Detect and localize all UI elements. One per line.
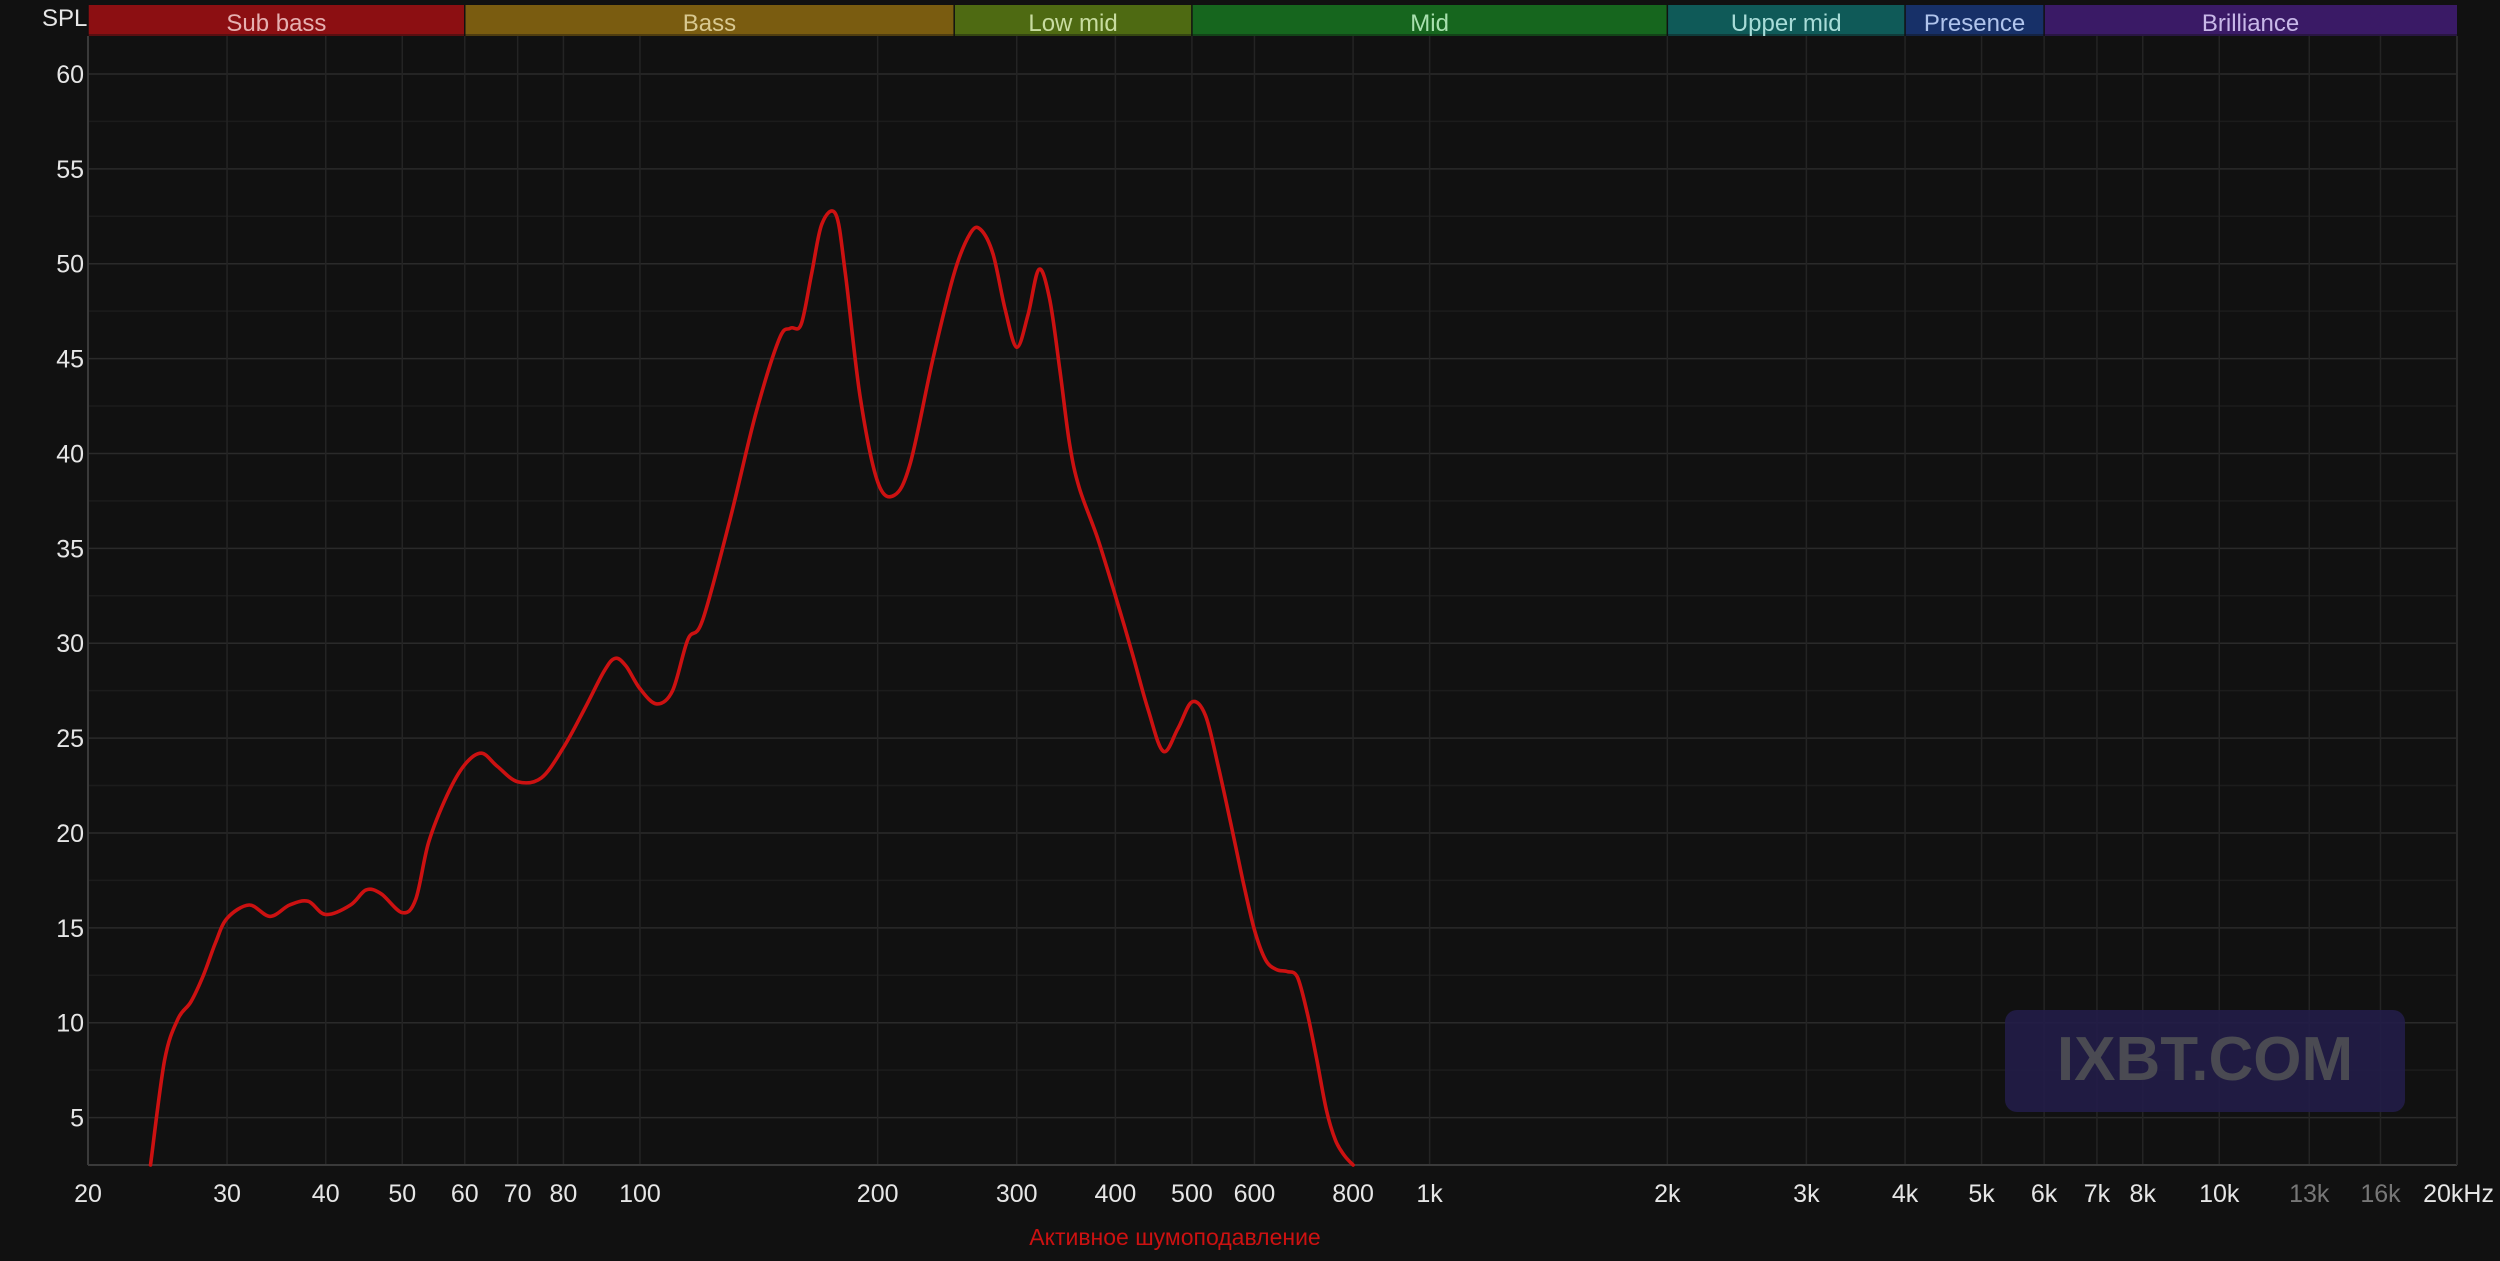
legend: Активное шумоподавление — [1029, 1224, 1320, 1250]
x-tick-label: 500 — [1171, 1180, 1213, 1208]
band-label: Presence — [1924, 10, 2025, 37]
x-tick-label: 80 — [550, 1180, 578, 1208]
legend-series-label: Активное шумоподавление — [1029, 1224, 1320, 1250]
band-label: Upper mid — [1731, 10, 1842, 37]
x-tick-label: 30 — [213, 1180, 241, 1208]
y-tick-label: 50 — [56, 251, 84, 279]
x-tick-label: 5k — [1968, 1180, 1995, 1208]
x-tick-label: 16k — [2360, 1180, 2401, 1208]
frequency-bands: Sub bass Bass Low mid Mid Upper mid Presence B… — [87, 5, 2457, 37]
chart-svg: Sub bass Bass Low mid Mid Upper mid Presence B… — [0, 0, 2500, 1256]
x-tick-label: 60 — [451, 1180, 479, 1208]
x-tick-label: 2k — [1654, 1180, 1681, 1208]
x-tick-label: 300 — [996, 1180, 1038, 1208]
x-tick-label: 50 — [388, 1180, 416, 1208]
band-label: Low mid — [1028, 10, 1117, 37]
x-tick-label: 3k — [1793, 1180, 1820, 1208]
x-tick-label: 400 — [1095, 1180, 1137, 1208]
x-tick-label: 20 — [74, 1180, 102, 1208]
x-tick-label: 10k — [2199, 1180, 2240, 1208]
x-tick-label: 40 — [312, 1180, 340, 1208]
band-label: Brilliance — [2202, 10, 2299, 37]
watermark: IXBT.COM — [2005, 1010, 2405, 1112]
y-axis-title: SPL — [42, 5, 87, 32]
y-tick-label: 60 — [56, 61, 84, 89]
y-tick-label: 55 — [56, 156, 84, 184]
band-label: Sub bass — [226, 10, 326, 37]
y-tick-label: 20 — [56, 820, 84, 848]
band-label: Mid — [1410, 10, 1449, 37]
x-tick-label: 4k — [1892, 1180, 1919, 1208]
band-label: Bass — [683, 10, 736, 37]
y-tick-label: 45 — [56, 346, 84, 374]
x-tick-label: 7k — [2084, 1180, 2111, 1208]
y-tick-label: 25 — [56, 725, 84, 753]
x-tick-label: 20kHz — [2423, 1180, 2494, 1208]
x-tick-label: 800 — [1332, 1180, 1374, 1208]
x-tick-label: 600 — [1234, 1180, 1276, 1208]
x-tick-label: 13k — [2289, 1180, 2330, 1208]
y-tick-label: 40 — [56, 440, 84, 468]
y-tick-label: 35 — [56, 535, 84, 563]
x-tick-label: 70 — [504, 1180, 532, 1208]
x-tick-label: 6k — [2031, 1180, 2058, 1208]
y-tick-label: 30 — [56, 630, 84, 658]
watermark-text: IXBT.COM — [2057, 1025, 2353, 1094]
frequency-response-chart: Sub bass Bass Low mid Mid Upper mid Presence B… — [0, 0, 2500, 1256]
x-tick-label: 200 — [857, 1180, 899, 1208]
y-tick-label: 5 — [70, 1105, 84, 1133]
x-tick-label: 1k — [1416, 1180, 1443, 1208]
y-tick-label: 15 — [56, 915, 84, 943]
x-tick-label: 8k — [2130, 1180, 2157, 1208]
y-tick-label: 10 — [56, 1010, 84, 1038]
x-tick-label: 100 — [619, 1180, 661, 1208]
